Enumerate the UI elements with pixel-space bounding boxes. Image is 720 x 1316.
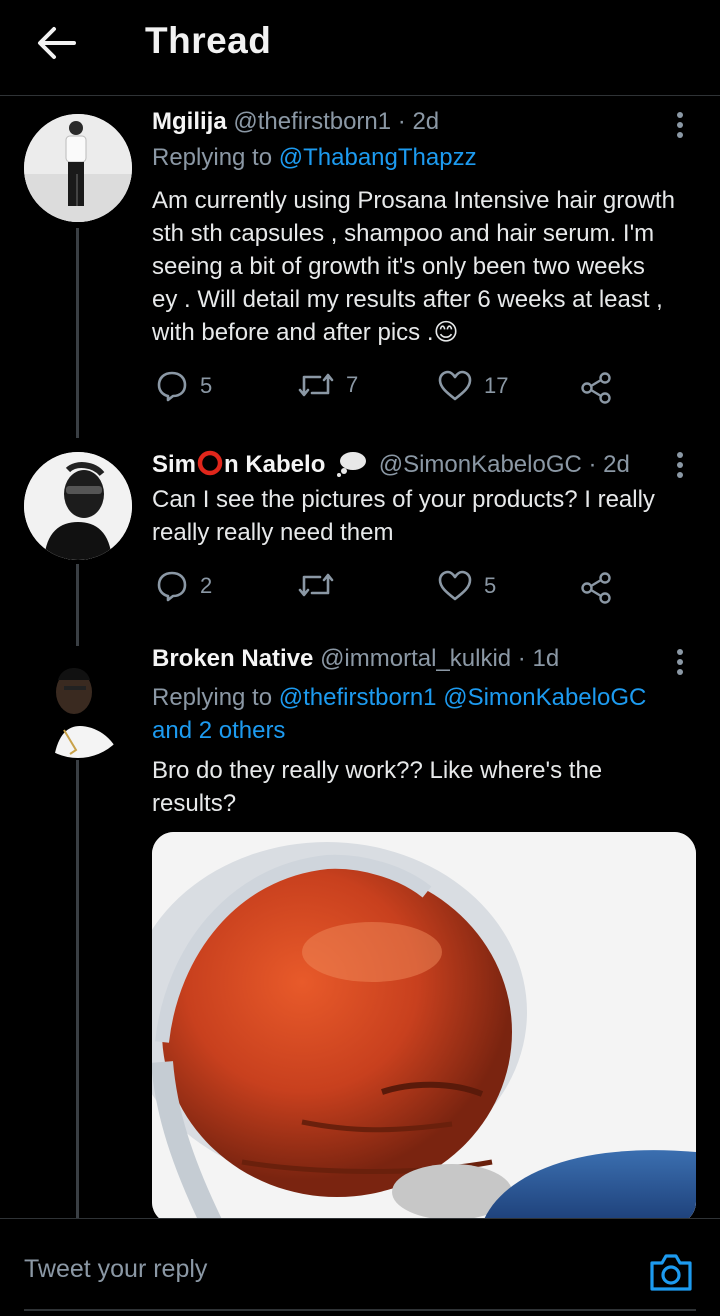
replying-label: Replying to xyxy=(152,684,279,711)
text-line: Am currently using Prosana Intensive hai… xyxy=(152,187,675,214)
divider xyxy=(24,1309,696,1311)
text-line: sth sth capsules , shampoo and hair seru… xyxy=(152,220,655,247)
arrow-left-icon xyxy=(38,27,76,59)
red-circle-emoji xyxy=(197,450,223,476)
thought-balloon-emoji xyxy=(337,452,367,477)
camera-icon xyxy=(650,1254,692,1291)
tweet-text: Can I see the pictures of your products?… xyxy=(152,483,704,549)
reply-button[interactable]: 5 xyxy=(156,370,212,402)
retweet-count: 7 xyxy=(346,372,359,397)
text-line: seeing a bit of growth it's only been tw… xyxy=(152,253,645,280)
retweet-icon xyxy=(298,573,334,597)
display-name[interactable]: Broken Native xyxy=(152,645,313,672)
camera-button[interactable] xyxy=(648,1251,694,1293)
reply-bubble-icon xyxy=(157,371,187,402)
share-button[interactable] xyxy=(580,572,612,604)
text-line: Can I see the pictures of your products?… xyxy=(152,486,655,513)
like-button[interactable]: 5 xyxy=(438,570,496,602)
avatar[interactable] xyxy=(24,650,132,758)
text-line: really really need them xyxy=(152,519,394,546)
more-options-button[interactable] xyxy=(668,108,692,142)
replying-label: Replying to xyxy=(152,144,279,171)
reply-count: 2 xyxy=(200,573,213,598)
more-vertical-icon xyxy=(677,649,683,655)
display-name[interactable]: Mgilija xyxy=(152,108,227,135)
thread-connector xyxy=(76,760,79,1220)
mention-link[interactable]: @thefirstborn1 xyxy=(279,684,437,711)
thread-connector xyxy=(76,228,79,438)
user-photo xyxy=(24,114,132,222)
more-options-button[interactable] xyxy=(668,448,692,482)
reply-count: 5 xyxy=(200,373,213,398)
like-count: 17 xyxy=(484,373,509,398)
handle-and-time: @immortal_kulkid · 1d xyxy=(320,645,560,672)
page-title: Thread xyxy=(145,20,272,61)
replying-to: Replying to @ThabangThapzz xyxy=(152,144,477,172)
more-options-button[interactable] xyxy=(668,645,692,679)
mention-link[interactable]: @ThabangThapzz xyxy=(279,144,477,171)
text-line: results? xyxy=(152,790,237,817)
tweet-header: Mgilija @thefirstborn1 · 2d xyxy=(152,108,439,136)
mention-others-link[interactable]: and 2 others xyxy=(152,717,285,744)
handle-and-time: @SimonKabeloGC · 2d xyxy=(378,451,630,478)
more-vertical-icon xyxy=(677,452,683,458)
display-name[interactable]: Sim n Kabelo xyxy=(152,450,325,478)
retweet-button[interactable]: 7 xyxy=(298,370,358,400)
like-count: 5 xyxy=(484,573,497,598)
like-button[interactable]: 17 xyxy=(438,370,508,402)
media-photo xyxy=(152,832,696,1224)
more-vertical-icon xyxy=(677,112,683,118)
retweet-button[interactable] xyxy=(298,570,346,600)
smiling-emoji: 😊 xyxy=(433,319,459,346)
tweet-header: Sim n Kabelo @SimonKabeloGC · 2d xyxy=(152,449,630,479)
text-line: with before and after pics .😊 xyxy=(152,319,459,346)
reply-input[interactable]: Tweet your reply xyxy=(24,1255,207,1284)
user-photo xyxy=(24,452,132,560)
thread-connector xyxy=(76,564,79,646)
text-line: Bro do they really work?? Like where's t… xyxy=(152,757,603,784)
heart-icon xyxy=(438,370,472,401)
mention-link[interactable]: @SimonKabeloGC xyxy=(443,684,646,711)
text-line: ey . Will detail my results after 6 week… xyxy=(152,286,663,313)
avatar[interactable] xyxy=(24,452,132,560)
share-button[interactable] xyxy=(580,372,612,404)
user-photo xyxy=(24,650,132,758)
tweet-text: Am currently using Prosana Intensive hai… xyxy=(152,184,704,349)
reply-button[interactable]: 2 xyxy=(156,570,212,602)
reply-bubble-icon xyxy=(157,571,187,602)
reply-composer: Tweet your reply xyxy=(0,1218,720,1316)
handle-and-time: @thefirstborn1 · 2d xyxy=(233,108,440,135)
retweet-icon xyxy=(298,373,334,397)
avatar[interactable] xyxy=(24,114,132,222)
tweet-media-image[interactable] xyxy=(152,832,696,1224)
tweet-header: Broken Native @immortal_kulkid · 1d xyxy=(152,645,559,673)
share-icon xyxy=(581,372,611,404)
share-icon xyxy=(581,572,611,604)
tweet-text: Bro do they really work?? Like where's t… xyxy=(152,754,704,820)
replying-to: Replying to @thefirstborn1 @SimonKabeloG… xyxy=(152,681,704,747)
thread-header: Thread xyxy=(0,0,720,96)
heart-icon xyxy=(438,570,472,601)
back-button[interactable] xyxy=(30,20,82,66)
